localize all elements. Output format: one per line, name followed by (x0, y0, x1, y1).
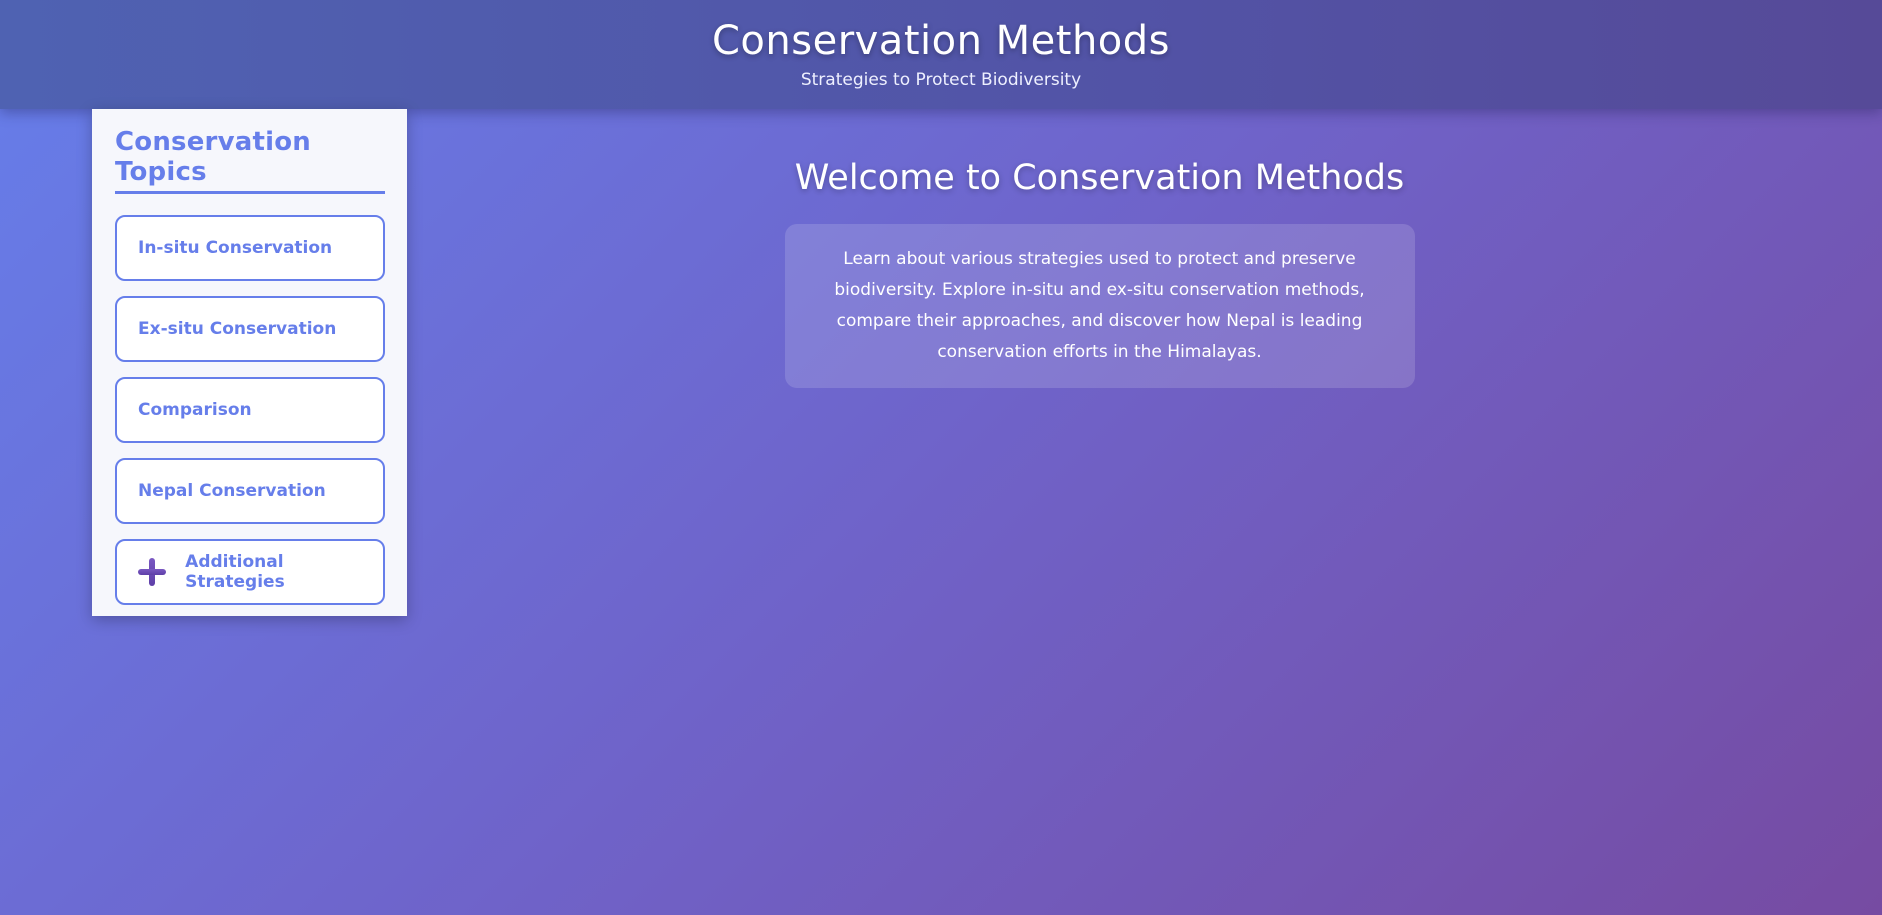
nav-button-label: In-situ Conservation (138, 238, 333, 258)
topic-nav: In-situ Conservation Ex-situ Conservatio… (115, 215, 385, 605)
page-subtitle: Strategies to Protect Biodiversity (800, 70, 1082, 90)
plus-icon (138, 558, 167, 586)
nav-button-ex-situ[interactable]: Ex-situ Conservation (115, 296, 385, 362)
nav-button-in-situ[interactable]: In-situ Conservation (115, 215, 385, 281)
nav-button-nepal[interactable]: Nepal Conservation (115, 458, 385, 524)
intro-text: Learn about various strategies used to p… (834, 249, 1365, 362)
page-header: Conservation Methods Strategies to Prote… (0, 0, 1882, 109)
nav-button-label: Nepal Conservation (138, 481, 326, 501)
welcome-heading: Welcome to Conservation Methods (794, 158, 1405, 198)
intro-box: Learn about various strategies used to p… (784, 224, 1415, 388)
nav-button-label: Additional Strategies (185, 552, 285, 592)
nav-button-comparison[interactable]: Comparison (115, 377, 385, 443)
page-title: Conservation Methods (711, 18, 1171, 64)
nav-button-additional-strategies[interactable]: Additional Strategies (115, 539, 385, 605)
sidebar: Conservation Topics In-situ Conservation… (92, 109, 407, 616)
nav-button-label: Comparison (138, 400, 252, 420)
main-content: Welcome to Conservation Methods Learn ab… (407, 109, 1792, 388)
nav-button-label: Ex-situ Conservation (138, 319, 337, 339)
sidebar-title: Conservation Topics (115, 127, 385, 194)
